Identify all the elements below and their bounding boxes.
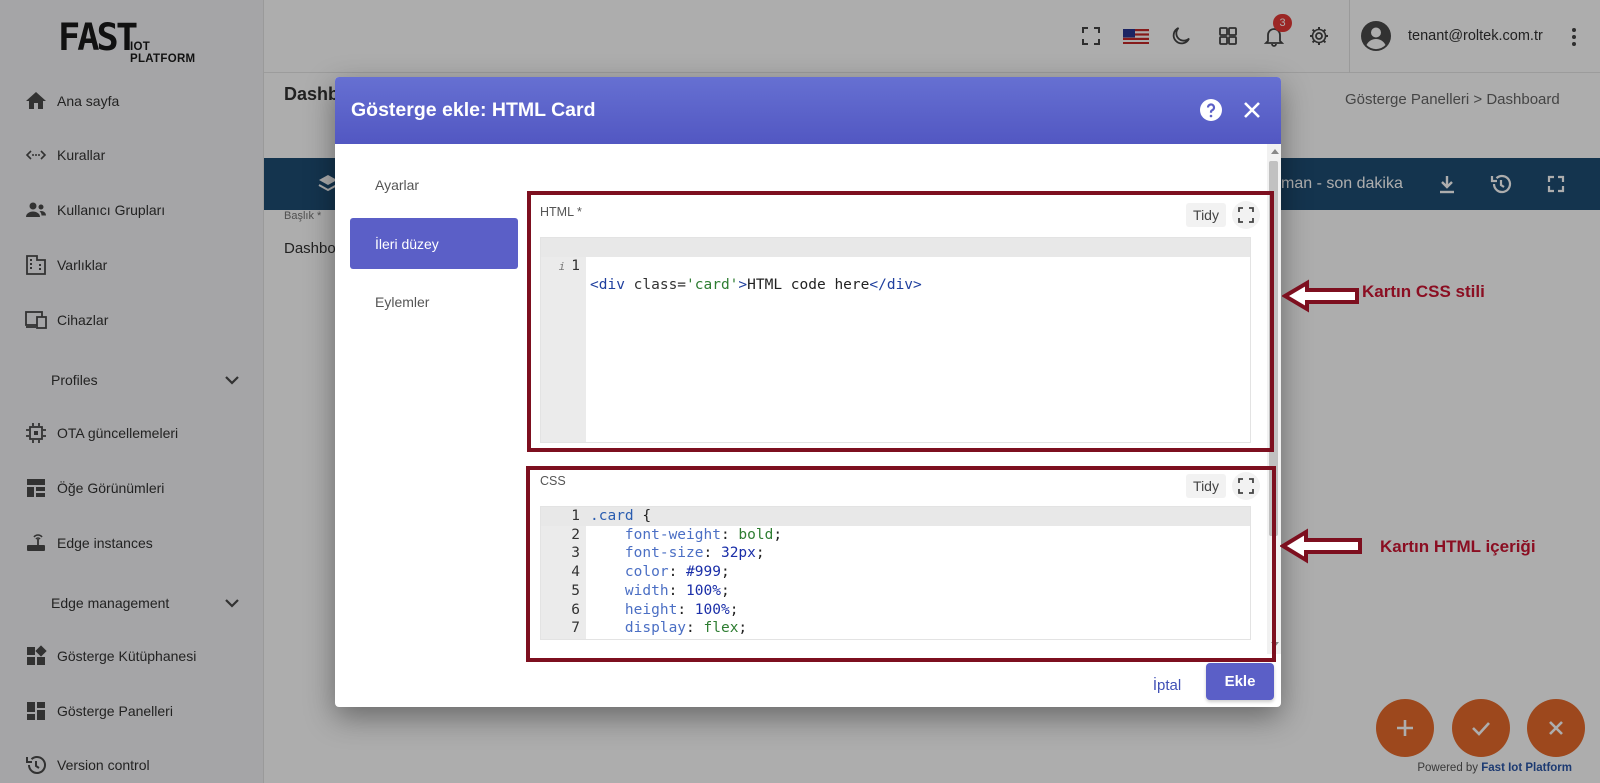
scroll-up-arrow[interactable]	[1271, 149, 1279, 154]
tab-actions[interactable]: Eylemler	[350, 276, 518, 327]
close-icon[interactable]	[1240, 98, 1264, 122]
dialog-title: Gösterge ekle: HTML Card	[351, 99, 596, 121]
annotation-box-html	[527, 191, 1274, 452]
tab-advanced[interactable]: İleri düzey	[350, 218, 518, 269]
cancel-button[interactable]: İptal	[1132, 667, 1202, 703]
annotation-box-css	[526, 466, 1276, 662]
tab-settings[interactable]: Ayarlar	[350, 159, 518, 210]
annotation-label-css: Kartın HTML içeriği	[1380, 537, 1536, 556]
add-button[interactable]: Ekle	[1206, 663, 1274, 700]
help-icon[interactable]	[1199, 98, 1223, 122]
dialog-header: Gösterge ekle: HTML Card	[335, 77, 1281, 144]
annotation-arrow-icon	[1280, 528, 1362, 564]
annotation-arrow-icon	[1282, 279, 1359, 313]
annotation-label-html: Kartın CSS stili	[1362, 282, 1485, 301]
